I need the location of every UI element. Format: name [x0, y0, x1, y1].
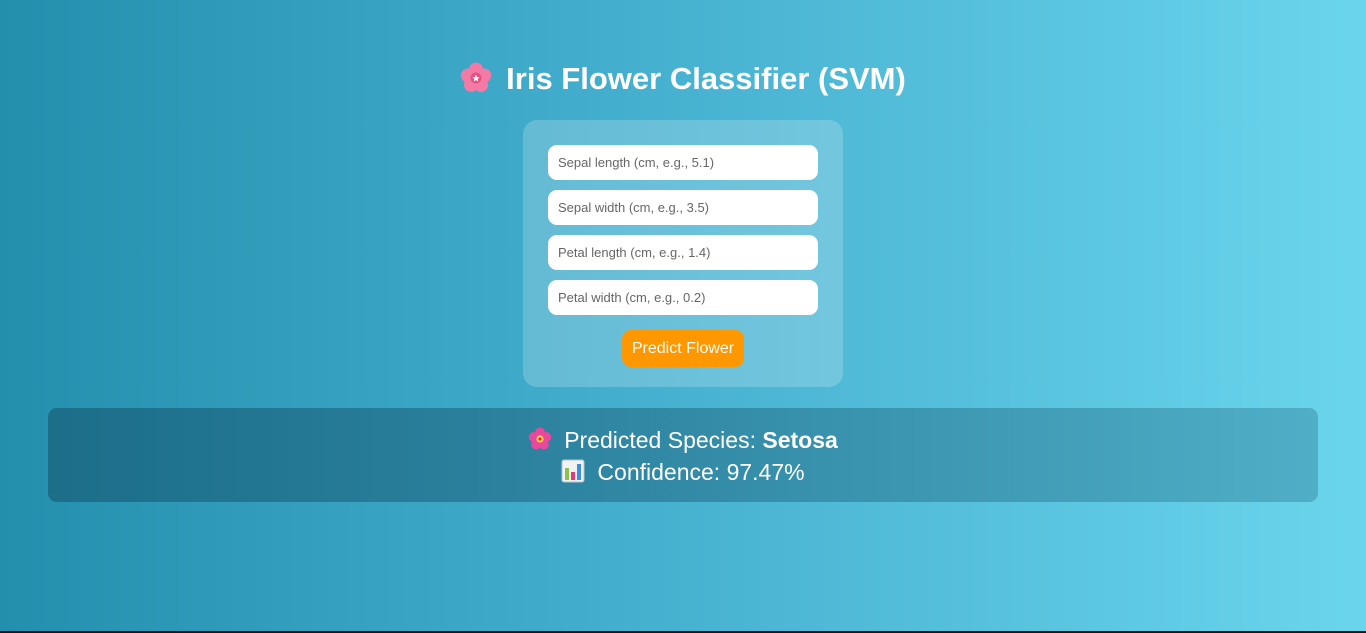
sepal-width-input[interactable] — [548, 190, 818, 225]
page-title: Iris Flower Classifier (SVM) — [0, 58, 1366, 100]
predict-flower-button[interactable]: Predict Flower — [622, 330, 744, 367]
species-value: Setosa — [762, 427, 838, 453]
sepal-length-input[interactable] — [548, 145, 818, 180]
predicted-species-line: Predicted Species: Setosa — [48, 425, 1318, 455]
input-form-card: Predict Flower — [523, 120, 843, 387]
bar-chart-icon — [561, 459, 585, 483]
species-label: Predicted Species: — [564, 427, 756, 453]
petal-width-input[interactable] — [548, 280, 818, 315]
hibiscus-icon — [528, 427, 552, 450]
confidence-label: Confidence: — [597, 459, 721, 485]
prediction-result-panel: Predicted Species: Setosa Confidence: 97… — [48, 408, 1318, 502]
confidence-value: 97.47% — [726, 459, 805, 485]
page-title-text: Iris Flower Classifier (SVM) — [506, 61, 906, 96]
cherry-blossom-icon — [460, 62, 492, 92]
confidence-line: Confidence: 97.47% — [48, 457, 1318, 487]
petal-length-input[interactable] — [548, 235, 818, 270]
